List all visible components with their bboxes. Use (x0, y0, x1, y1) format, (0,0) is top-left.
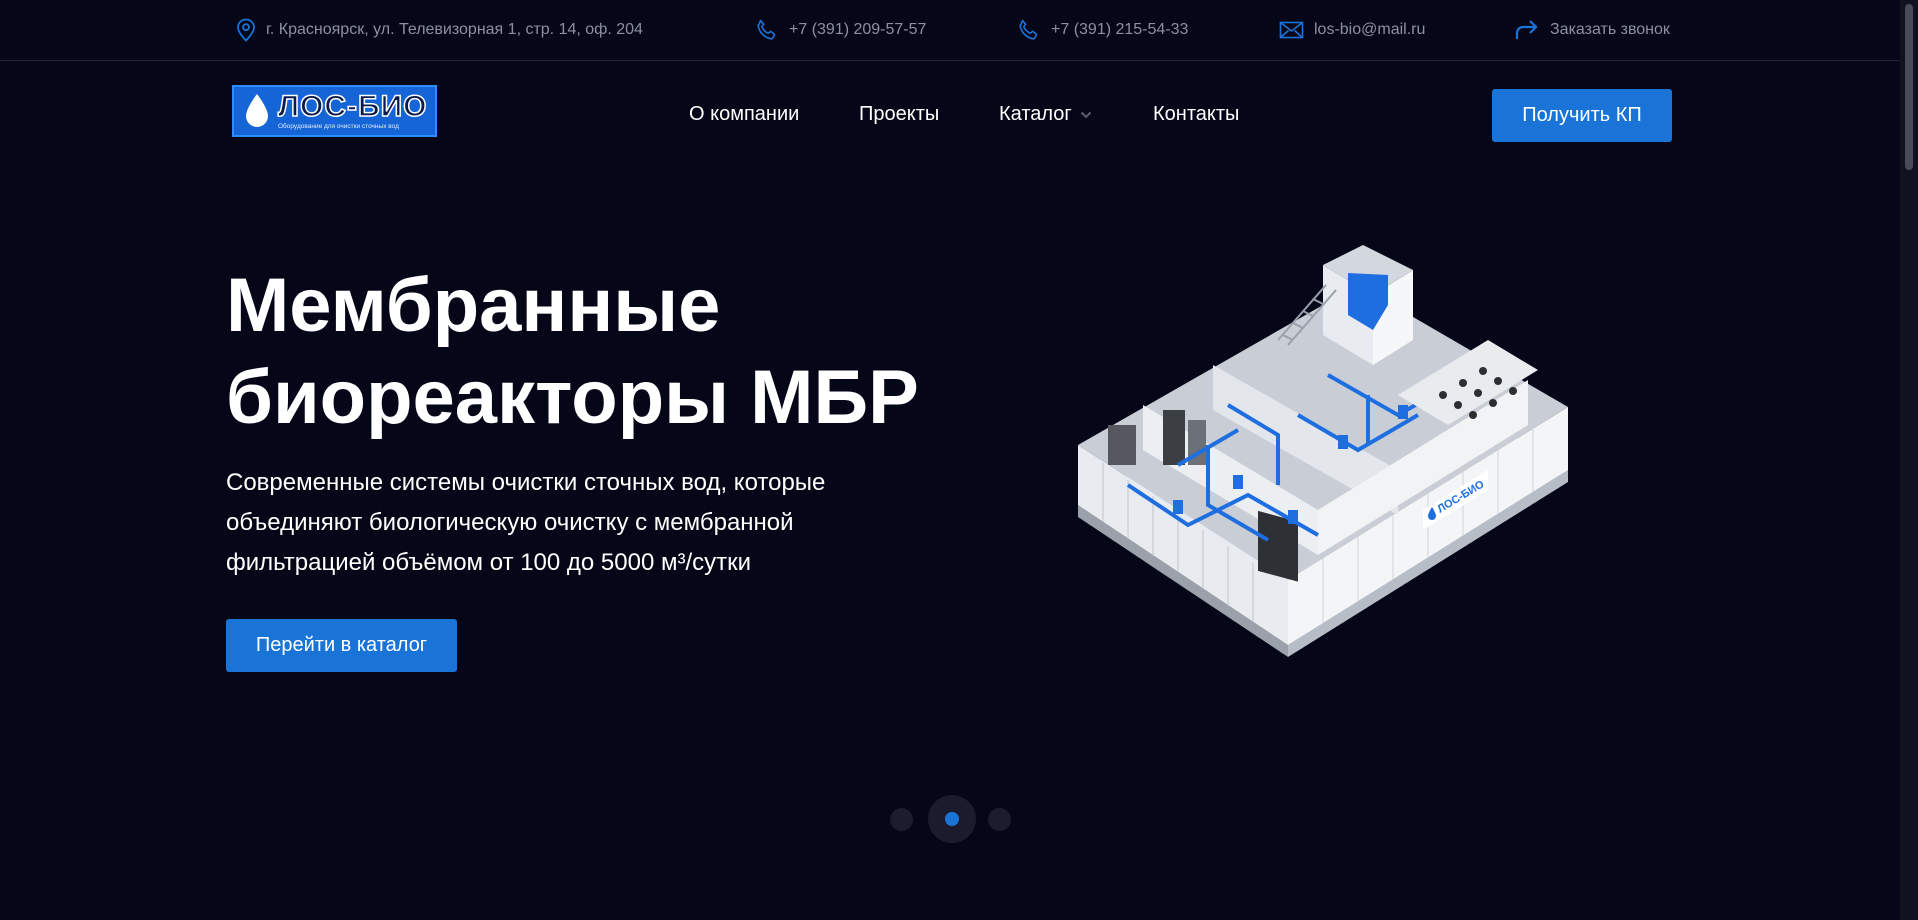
phone-link-1[interactable]: +7 (391) 209-57-57 (755, 18, 926, 42)
slider-dot-1[interactable] (890, 808, 913, 831)
phone-icon (757, 19, 776, 40)
nav-item-contacts[interactable]: Контакты (1153, 103, 1239, 126)
nav-item-about[interactable]: О компании (689, 103, 799, 126)
logo[interactable]: ЛОС-БИО Оборудование для очистки сточных… (232, 85, 437, 137)
callback-link[interactable]: Заказать звонок (1514, 18, 1670, 42)
scrollbar-thumb[interactable] (1905, 4, 1913, 170)
logo-text: ЛОС-БИО Оборудование для очистки сточных… (277, 89, 428, 131)
reply-arrow-icon (1515, 20, 1538, 39)
top-contact-bar: г. Красноярск, ул. Телевизорная 1, стр. … (0, 0, 1900, 61)
get-quote-button[interactable]: Получить КП (1492, 89, 1672, 142)
logo-tagline: Оборудование для очистки сточных вод (278, 122, 399, 130)
hero-title-line-1: Мембранные (226, 263, 721, 348)
address-link[interactable]: г. Красноярск, ул. Телевизорная 1, стр. … (236, 18, 643, 42)
email-link[interactable]: los-bio@mail.ru (1279, 18, 1425, 42)
nav-item-catalog[interactable]: Каталог (999, 103, 1092, 126)
hero-desc-line-3: фильтрацией объёмом от 100 до 5000 м³/су… (226, 549, 752, 576)
hero-title: Мембранные биореакторы МБР (226, 260, 946, 444)
slider-dot-2-active[interactable] (928, 795, 976, 843)
envelope-icon (1279, 21, 1304, 39)
nav-item-projects[interactable]: Проекты (859, 103, 939, 126)
hero-desc-line-1: Современные системы очистки сточных вод,… (226, 469, 826, 496)
slider-dot-3[interactable] (988, 808, 1011, 831)
email-text: los-bio@mail.ru (1314, 21, 1426, 38)
phone-icon (1019, 19, 1038, 40)
nav-item-catalog-label: Каталог (999, 103, 1072, 125)
hero-title-line-2: биореакторы МБР (226, 355, 919, 440)
logo-name: ЛОС-БИО (277, 89, 428, 123)
phone-text-2: +7 (391) 215-54-33 (1051, 21, 1189, 38)
go-to-catalog-button[interactable]: Перейти в каталог (226, 619, 457, 672)
callback-text: Заказать звонок (1550, 21, 1670, 38)
slider-pagination (880, 795, 1030, 843)
phone-link-2[interactable]: +7 (391) 215-54-33 (1017, 18, 1188, 42)
hero-description: Современные системы очистки сточных вод,… (226, 463, 876, 583)
bioreactor-plant-image: ЛОС-БИО (1078, 245, 1568, 657)
map-pin-icon (237, 18, 255, 42)
hero-desc-line-2: объединяют биологическую очистку с мембр… (226, 509, 794, 536)
water-drop-icon (246, 94, 268, 127)
phone-text-1: +7 (391) 209-57-57 (789, 21, 927, 38)
chevron-down-icon (1080, 111, 1091, 118)
address-text: г. Красноярск, ул. Телевизорная 1, стр. … (266, 21, 643, 38)
page-scrollbar[interactable] (1900, 0, 1918, 920)
